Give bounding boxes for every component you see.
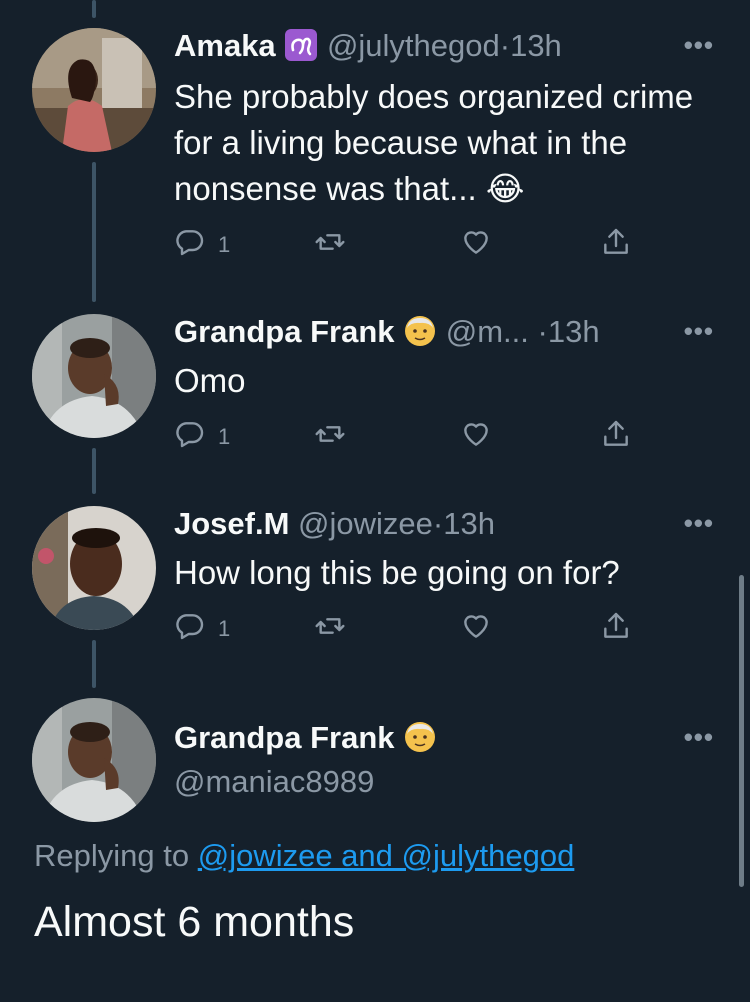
like-button[interactable] [460,418,492,456]
separator: · [537,314,548,349]
replying-prefix: Replying to [34,838,190,873]
handle[interactable]: @jowizee [298,506,433,541]
older-man-emoji-icon [403,314,437,356]
more-icon[interactable]: ••• [684,722,714,753]
like-icon [460,418,492,456]
like-icon [460,226,492,264]
reply-count: 1 [218,424,231,449]
replying-to: Replying to @jowizee and @julythegod [34,838,574,874]
leo-zodiac-icon [284,28,318,70]
share-icon [600,610,632,648]
more-icon[interactable]: ••• [684,508,714,539]
reply-button[interactable]: 1 [174,226,230,264]
timestamp[interactable]: 13h [548,314,600,349]
retweet-icon [314,226,346,264]
share-button[interactable] [600,226,632,264]
retweet-button[interactable] [314,226,346,264]
retweet-button[interactable] [314,418,346,456]
retweet-button[interactable] [314,610,346,648]
more-icon[interactable]: ••• [684,316,714,347]
replying-to-link[interactable]: @jowizee and @julythegod [198,838,575,873]
tweet-text-body: She probably does organized crime for a … [174,78,694,207]
like-button[interactable] [460,226,492,264]
scrollbar[interactable] [739,575,744,887]
separator: · [499,28,511,63]
older-man-emoji-icon [403,720,437,762]
like-icon [460,610,492,648]
tweet-text: How long this be going on for? [174,554,620,591]
separator: · [432,506,444,541]
focused-tweet-text: Almost 6 months [34,898,355,946]
more-icon[interactable]: ••• [684,30,714,61]
reply-icon [174,226,206,264]
reply-button[interactable]: 1 [174,610,230,648]
avatar[interactable] [32,698,156,822]
share-icon [600,226,632,264]
tweet-josef[interactable]: Josef.M @jowizee·13h ••• How long this b… [0,492,750,688]
tweet-amaka[interactable]: Amaka @julythegod·13h ••• She probably d… [0,0,750,300]
reply-icon [174,610,206,648]
tweet-grandpa-frank[interactable]: Grandpa Frank @m... ·13h ••• Omo 1 [0,300,750,500]
reply-count: 1 [218,232,231,257]
timestamp[interactable]: 13h [443,506,495,541]
avatar[interactable] [32,506,156,630]
display-name[interactable]: Grandpa Frank [174,314,395,349]
tweet-text: She probably does organized crime for a … [174,74,719,212]
display-name[interactable]: Grandpa Frank [174,720,395,755]
handle[interactable]: @maniac8989 [174,764,374,799]
like-button[interactable] [460,610,492,648]
reply-count: 1 [218,616,231,641]
handle[interactable]: @julythegod [327,28,500,63]
reply-button[interactable]: 1 [174,418,230,456]
timestamp[interactable]: 13h [510,28,562,63]
avatar[interactable] [32,314,156,438]
reply-icon [174,418,206,456]
display-name[interactable]: Amaka [174,28,276,63]
tweet-text: Omo [174,362,246,399]
retweet-icon [314,610,346,648]
display-name[interactable]: Josef.M [174,506,289,541]
avatar[interactable] [32,28,156,152]
handle[interactable]: @m... [446,314,529,349]
retweet-icon [314,418,346,456]
share-icon [600,418,632,456]
share-button[interactable] [600,610,632,648]
share-button[interactable] [600,418,632,456]
